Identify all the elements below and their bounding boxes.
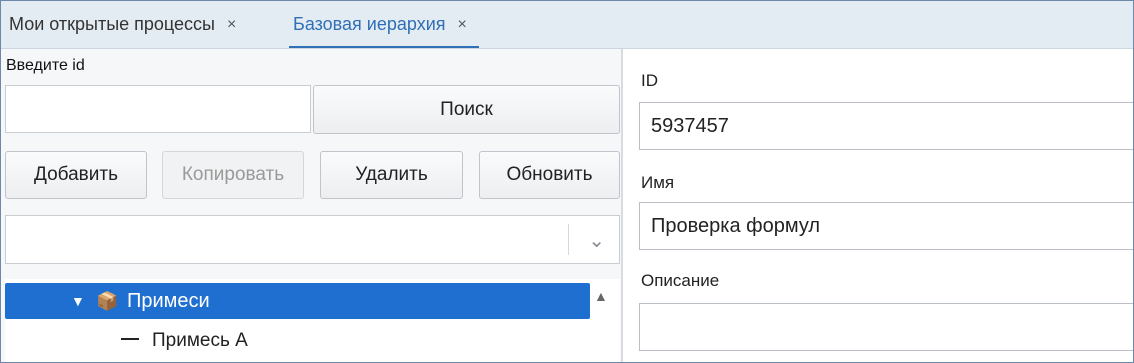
window: Мои открытые процессы × Базовая иерархия… <box>0 0 1134 363</box>
hierarchy-select[interactable]: ⌄ <box>5 215 620 264</box>
description-field-label: Описание <box>641 271 720 290</box>
search-button[interactable]: Поиск <box>313 85 620 134</box>
tree-item-label: Примесь A <box>152 330 248 351</box>
refresh-button[interactable]: Обновить <box>479 151 620 199</box>
scroll-up-icon[interactable]: ▲ <box>594 288 608 304</box>
right-panel: ID 5937457 Имя Проверка формул Описание <box>623 49 1133 362</box>
id-field[interactable]: 5937457 <box>639 102 1133 150</box>
close-icon[interactable]: × <box>458 16 467 34</box>
left-panel: Введите id Поиск Добавить Копировать Уда… <box>1 49 621 362</box>
chevron-down-icon[interactable]: ⌄ <box>588 228 605 253</box>
description-field[interactable] <box>639 303 1133 351</box>
copy-button[interactable]: Копировать <box>162 151 304 199</box>
box-icon: 📦 <box>96 291 119 311</box>
delete-button[interactable]: Удалить <box>320 151 463 199</box>
id-field-label: ID <box>641 71 658 90</box>
close-icon[interactable]: × <box>227 16 236 34</box>
name-field-label: Имя <box>641 173 675 192</box>
id-input[interactable] <box>5 85 311 133</box>
tree-item-primesi[interactable]: ▼ 📦 Примеси <box>5 283 590 319</box>
tree-item-label: Примеси <box>127 290 210 312</box>
name-field[interactable]: Проверка формул <box>639 202 1133 250</box>
tab-label: Базовая иерархия <box>293 14 446 34</box>
tab-label: Мои открытые процессы <box>9 14 215 34</box>
combo-separator <box>568 224 569 255</box>
tree-item-primes-a[interactable]: Примесь A <box>5 323 590 359</box>
leaf-dash-icon <box>121 338 139 340</box>
id-label: Введите id <box>6 57 85 74</box>
tab-base-hierarchy[interactable]: Базовая иерархия × <box>289 1 479 48</box>
tab-my-open-processes[interactable]: Мои открытые процессы × <box>9 1 236 48</box>
tab-bar: Мои открытые процессы × Базовая иерархия… <box>1 1 1133 49</box>
expand-triangle-icon[interactable]: ▼ <box>71 293 85 309</box>
add-button[interactable]: Добавить <box>5 151 147 199</box>
tree-view[interactable]: ▼ 📦 Примеси Примесь A ▲ <box>5 279 620 362</box>
